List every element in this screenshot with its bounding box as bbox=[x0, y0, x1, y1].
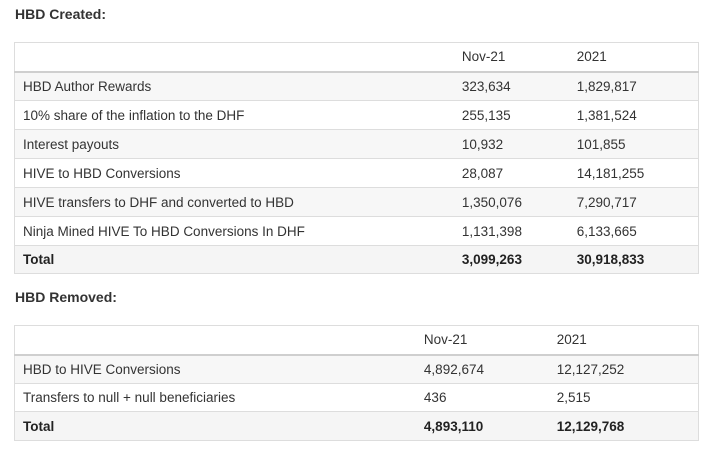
header-2021: 2021 bbox=[568, 42, 699, 73]
row-label: HBD to HIVE Conversions bbox=[13, 354, 416, 384]
row-label: Transfers to null + null beneficiaries bbox=[13, 383, 416, 412]
row-label: 10% share of the inflation to the DHF bbox=[13, 100, 454, 130]
table-header-row: Nov-21 2021 bbox=[13, 325, 699, 356]
row-year-value: 1,381,524 bbox=[568, 100, 699, 130]
row-nov-value: 255,135 bbox=[453, 100, 569, 130]
table-row: Interest payouts 10,932 101,855 bbox=[13, 129, 699, 159]
table-row: HIVE to HBD Conversions 28,087 14,181,25… bbox=[13, 158, 699, 188]
table-row: Ninja Mined HIVE To HBD Conversions In D… bbox=[13, 216, 699, 246]
header-nov-21: Nov-21 bbox=[453, 42, 569, 73]
total-row: Total 3,099,263 30,918,833 bbox=[13, 245, 699, 274]
total-year-value: 12,129,768 bbox=[548, 411, 699, 441]
total-nov-value: 3,099,263 bbox=[453, 245, 569, 274]
table-row: HBD Author Rewards 323,634 1,829,817 bbox=[13, 71, 699, 101]
row-nov-value: 1,350,076 bbox=[453, 187, 569, 217]
hbd-removed-table: Nov-21 2021 HBD to HIVE Conversions 4,89… bbox=[13, 325, 699, 441]
row-year-value: 14,181,255 bbox=[568, 158, 699, 188]
row-year-value: 12,127,252 bbox=[548, 354, 699, 384]
hbd-removed-heading: HBD Removed: bbox=[15, 289, 117, 305]
row-year-value: 1,829,817 bbox=[568, 71, 699, 101]
row-label: HBD Author Rewards bbox=[13, 71, 454, 101]
row-label: Ninja Mined HIVE To HBD Conversions In D… bbox=[13, 216, 454, 246]
total-label: Total bbox=[13, 245, 454, 274]
row-label: Interest payouts bbox=[13, 129, 454, 159]
row-label: HIVE to HBD Conversions bbox=[13, 158, 454, 188]
row-nov-value: 10,932 bbox=[453, 129, 569, 159]
table-row: Transfers to null + null beneficiaries 4… bbox=[13, 383, 699, 412]
total-row: Total 4,893,110 12,129,768 bbox=[13, 411, 699, 441]
row-nov-value: 28,087 bbox=[453, 158, 569, 188]
hbd-created-table: Nov-21 2021 HBD Author Rewards 323,634 1… bbox=[13, 42, 699, 274]
header-label-cell bbox=[13, 42, 454, 73]
table-row: 10% share of the inflation to the DHF 25… bbox=[13, 100, 699, 130]
row-year-value: 2,515 bbox=[548, 383, 699, 412]
row-year-value: 6,133,665 bbox=[568, 216, 699, 246]
row-nov-value: 436 bbox=[415, 383, 549, 412]
row-nov-value: 4,892,674 bbox=[415, 354, 549, 384]
row-nov-value: 323,634 bbox=[453, 71, 569, 101]
header-label-cell bbox=[13, 325, 416, 356]
row-year-value: 7,290,717 bbox=[568, 187, 699, 217]
row-nov-value: 1,131,398 bbox=[453, 216, 569, 246]
table-row: HIVE transfers to DHF and converted to H… bbox=[13, 187, 699, 217]
row-label: HIVE transfers to DHF and converted to H… bbox=[13, 187, 454, 217]
total-year-value: 30,918,833 bbox=[568, 245, 699, 274]
table-row: HBD to HIVE Conversions 4,892,674 12,127… bbox=[13, 354, 699, 384]
header-nov-21: Nov-21 bbox=[415, 325, 549, 356]
row-year-value: 101,855 bbox=[568, 129, 699, 159]
header-2021: 2021 bbox=[548, 325, 699, 356]
table-header-row: Nov-21 2021 bbox=[13, 42, 699, 73]
total-label: Total bbox=[13, 411, 416, 441]
hbd-created-heading: HBD Created: bbox=[15, 6, 107, 22]
total-nov-value: 4,893,110 bbox=[415, 411, 549, 441]
